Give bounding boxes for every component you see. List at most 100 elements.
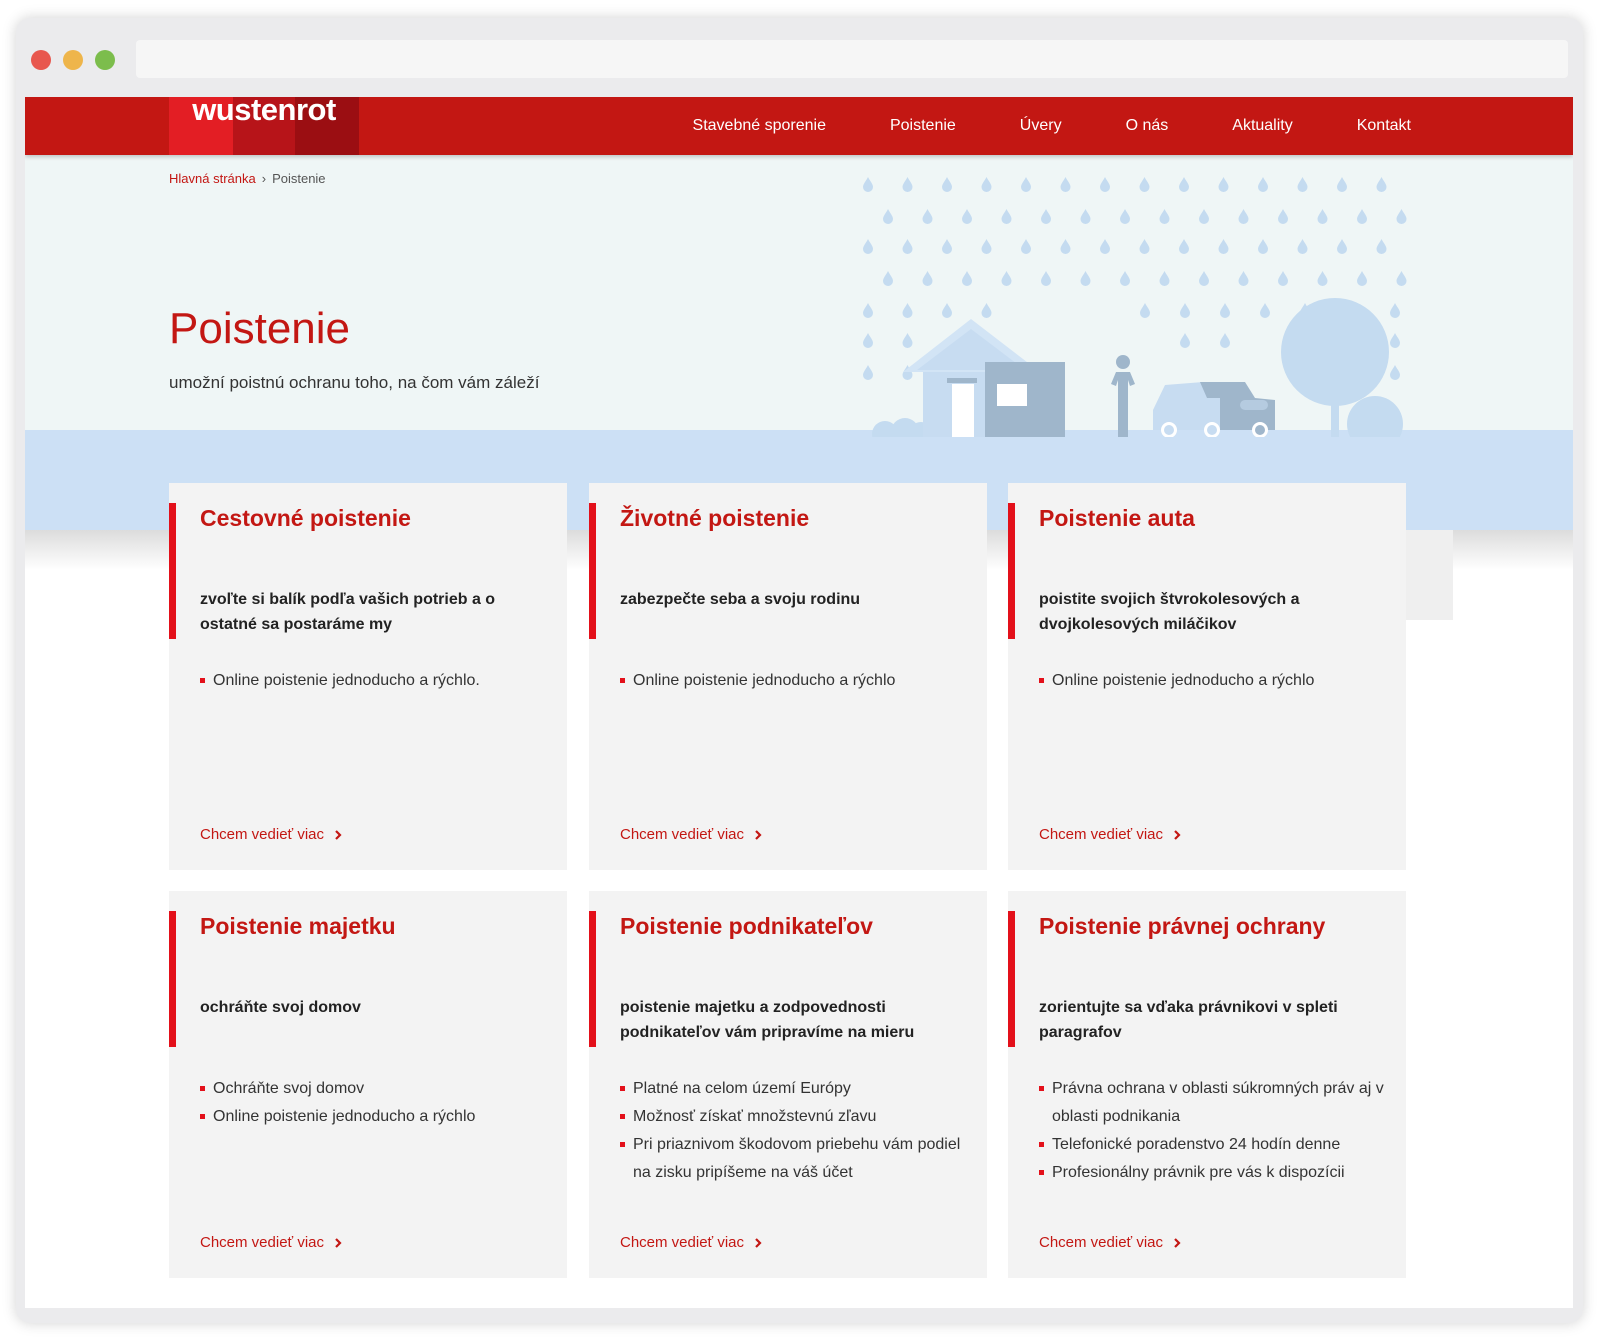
rain-drop <box>1180 333 1190 348</box>
main-nav: Stavebné sporenie Poistenie Úvery O nás … <box>693 97 1411 155</box>
rain-drop <box>902 333 913 348</box>
chevron-right-icon <box>335 1237 342 1248</box>
card-more-link[interactable]: Chcem vedieť viac <box>1039 1234 1183 1251</box>
maximize-window-button[interactable] <box>95 50 115 70</box>
rain-drop <box>1179 177 1189 192</box>
card-more-label: Chcem vedieť viac <box>1039 1234 1164 1251</box>
insurance-card-2: Životné poistenie zabezpečte seba a svoj… <box>589 483 987 870</box>
rain-drop <box>1220 303 1230 318</box>
rain-drop <box>1041 209 1051 224</box>
card-title[interactable]: Poistenie auta <box>1039 505 1195 532</box>
rain-drop <box>981 239 992 254</box>
card-benefit-item: Online poistenie jednoducho a rýchlo <box>620 667 970 695</box>
card-title[interactable]: Poistenie právnej ochrany <box>1039 913 1325 940</box>
card-more-link[interactable]: Chcem vedieť viac <box>200 826 344 843</box>
insurance-card-6: Poistenie právnej ochrany zorientujte sa… <box>1008 891 1406 1278</box>
card-more-link[interactable]: Chcem vedieť viac <box>1039 826 1183 843</box>
chevron-right-icon <box>1174 829 1181 840</box>
rain-drop <box>1390 365 1400 380</box>
card-benefit-item: Právna ochrana v oblasti súkromných práv… <box>1039 1075 1389 1131</box>
rain-drop <box>863 177 873 192</box>
card-benefit-item: Ochráňte svoj domov <box>200 1075 550 1103</box>
rain-drop <box>1218 177 1229 192</box>
nav-aktuality[interactable]: Aktuality <box>1232 117 1292 135</box>
nav-o-nas[interactable]: O nás <box>1126 117 1169 135</box>
address-bar[interactable] <box>136 40 1568 78</box>
rain-drop <box>1140 303 1150 318</box>
card-benefit-item: Možnosť získať množstevnú zľavu <box>620 1103 970 1131</box>
rain-drop <box>1100 177 1110 192</box>
rain-drop <box>1179 239 1189 254</box>
rain-drop <box>902 303 913 318</box>
nav-uvery[interactable]: Úvery <box>1020 117 1062 135</box>
nav-stavebne-sporenie[interactable]: Stavebné sporenie <box>693 117 826 135</box>
card-benefit-item: Telefonické poradenstvo 24 hodín denne <box>1039 1131 1389 1159</box>
rain-drop <box>1238 209 1249 224</box>
rain-drop <box>1258 177 1268 192</box>
card-more-link[interactable]: Chcem vedieť viac <box>620 826 764 843</box>
chevron-right-icon <box>755 829 762 840</box>
rain-drop <box>1376 239 1387 254</box>
rain-drop <box>1260 303 1270 318</box>
rain-drop <box>902 239 913 254</box>
breadcrumb-current: Poistenie <box>272 171 326 186</box>
rain-drop <box>883 209 893 224</box>
close-window-button[interactable] <box>31 50 51 70</box>
card-title[interactable]: Cestovné poistenie <box>200 505 411 532</box>
rain-drop <box>1278 271 1288 286</box>
rain-drop <box>1337 177 1347 192</box>
wustenrot-logo[interactable]: wustenrot <box>169 97 359 155</box>
nav-kontakt[interactable]: Kontakt <box>1357 117 1411 135</box>
rain-drop <box>1297 177 1308 192</box>
breadcrumb: Hlavná stránka › Poistenie <box>169 171 326 186</box>
rain-drop <box>863 365 873 380</box>
card-description: zabezpečte seba a svoju rodinu <box>620 591 861 608</box>
card-benefit-item: Platné na celom území Európy <box>620 1075 970 1103</box>
card-more-label: Chcem vedieť viac <box>620 826 745 843</box>
card-more-label: Chcem vedieť viac <box>200 826 325 843</box>
card-benefit-list: Platné na celom území Európy Možnosť získ… <box>620 1075 970 1187</box>
rain-drop <box>1080 271 1091 286</box>
chevron-right-icon <box>335 829 342 840</box>
rain-drop <box>1317 209 1328 224</box>
rain-drop <box>1376 177 1387 192</box>
card-more-link[interactable]: Chcem vedieť viac <box>200 1234 344 1251</box>
minimize-window-button[interactable] <box>63 50 83 70</box>
rain-drop <box>1060 239 1071 254</box>
card-benefit-item: Online poistenie jednoducho a rýchlo <box>200 1103 550 1131</box>
card-description: zvoľte si balík podľa vašich potrieb a o… <box>200 591 496 633</box>
rain-drop <box>1317 271 1328 286</box>
card-title[interactable]: Životné poistenie <box>620 505 809 532</box>
rain-drop <box>1396 271 1407 286</box>
rain-drop <box>1220 333 1230 348</box>
rain-drop <box>981 177 992 192</box>
rain-drop <box>962 209 972 224</box>
rain-drop <box>1357 271 1367 286</box>
rain-drop <box>1390 333 1400 348</box>
card-more-label: Chcem vedieť viac <box>200 1234 325 1251</box>
rain-drop <box>1001 271 1012 286</box>
rain-drop <box>1139 239 1150 254</box>
card-accent-bar <box>169 503 176 639</box>
breadcrumb-home-link[interactable]: Hlavná stránka <box>169 171 256 186</box>
insurance-card-1: Cestovné poistenie zvoľte si balík podľa… <box>169 483 567 870</box>
logo-text: wustenrot <box>192 97 336 127</box>
card-benefit-list: Online poistenie jednoducho a rýchlo <box>1039 667 1389 695</box>
rain-drop <box>1159 209 1170 224</box>
card-more-link[interactable]: Chcem vedieť viac <box>620 1234 764 1251</box>
top-navigation-bar: wustenrot Stavebné sporenie Poistenie Úv… <box>25 97 1573 155</box>
rain-drop <box>1357 209 1367 224</box>
rain-drop <box>1120 209 1130 224</box>
card-accent-bar <box>589 503 596 639</box>
rain-drop <box>922 209 933 224</box>
card-title[interactable]: Poistenie majetku <box>200 913 396 940</box>
rain-drop <box>1041 271 1051 286</box>
rain-drop <box>1180 303 1190 318</box>
card-title[interactable]: Poistenie podnikateľov <box>620 913 873 940</box>
card-description: ochráňte svoj domov <box>200 999 361 1016</box>
insurance-card-4: Poistenie majetku ochráňte svoj domov Oc… <box>169 891 567 1278</box>
rain-drop <box>1218 239 1229 254</box>
card-description: zorientujte sa vďaka právnikovi v spleti… <box>1039 999 1338 1041</box>
card-benefit-list: Online poistenie jednoducho a rýchlo. <box>200 667 550 695</box>
nav-poistenie[interactable]: Poistenie <box>890 117 956 135</box>
